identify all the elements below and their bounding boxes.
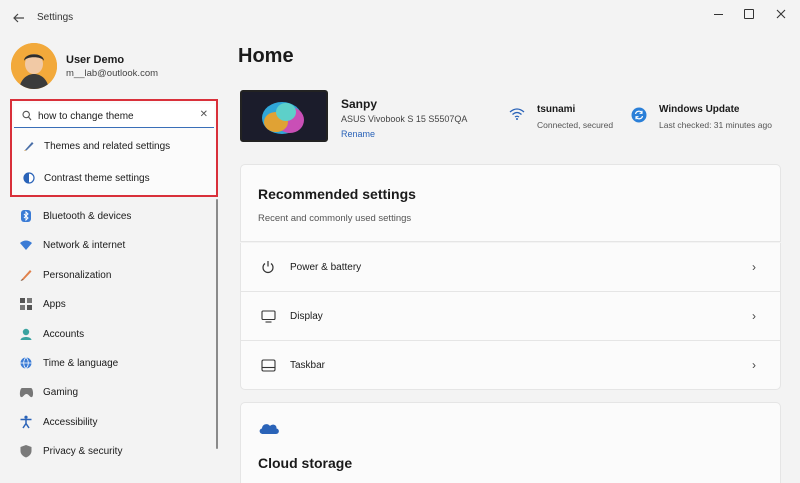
recommended-item-taskbar[interactable]: Taskbar › <box>240 341 781 390</box>
gamepad-icon <box>18 384 34 400</box>
rename-link[interactable]: Rename <box>341 129 375 139</box>
sidebar-scrollbar[interactable] <box>216 199 218 449</box>
accessibility-icon <box>18 414 34 430</box>
page-title: Home <box>238 45 294 67</box>
sidebar-item-accessibility[interactable]: Accessibility <box>12 409 212 435</box>
brush-icon <box>22 139 36 153</box>
sidebar-item-label: Accounts <box>43 328 85 340</box>
shield-icon <box>18 443 34 459</box>
accounts-icon <box>18 326 34 342</box>
sidebar-item-label: Network & internet <box>43 239 126 251</box>
cloud-storage-title: Cloud storage <box>258 455 353 471</box>
sidebar-item-accounts[interactable]: Accounts <box>12 321 212 347</box>
search-panel: ✕ Themes and related settings Contrast t… <box>10 99 218 197</box>
apps-icon <box>18 296 34 312</box>
bluetooth-icon <box>18 208 34 224</box>
sidebar-item-privacy-security[interactable]: Privacy & security <box>12 438 212 464</box>
windows-update-icon <box>631 107 647 123</box>
power-icon <box>260 259 276 275</box>
search-icon <box>22 110 32 121</box>
sidebar-item-bluetooth[interactable]: Bluetooth & devices <box>12 203 212 229</box>
search-input[interactable] <box>38 107 198 125</box>
wallpaper-bloom-icon <box>242 92 326 140</box>
sidebar-item-label: Bluetooth & devices <box>43 210 132 222</box>
sidebar-item-label: Gaming <box>43 386 79 398</box>
title-bar: Settings <box>0 0 800 36</box>
device-name: Sanpy <box>341 97 378 111</box>
sidebar-item-label: Time & language <box>43 357 119 369</box>
wifi-icon <box>509 108 525 120</box>
display-icon <box>260 308 276 324</box>
recommended-item-label: Display <box>290 310 323 322</box>
windows-update-status: Last checked: 31 minutes ago <box>659 120 772 130</box>
user-avatar-icon <box>11 43 57 89</box>
device-model: ASUS Vivobook S 15 S5507QA <box>341 114 468 124</box>
chevron-right-icon: › <box>752 260 756 274</box>
network-status: Connected, secured <box>537 120 614 130</box>
taskbar-icon <box>260 357 276 373</box>
device-thumbnail <box>240 90 328 142</box>
minimize-button[interactable] <box>706 6 730 22</box>
user-email: m__lab@outlook.com <box>66 68 159 79</box>
recommended-subtitle: Recent and commonly used settings <box>258 213 412 224</box>
brush-icon <box>18 267 34 283</box>
search-box: ✕ <box>14 104 214 128</box>
sidebar-item-personalization[interactable]: Personalization <box>12 262 212 288</box>
globe-icon <box>18 355 34 371</box>
contrast-icon <box>22 171 36 185</box>
suggestion-label: Themes and related settings <box>44 140 171 152</box>
recommended-item-power-battery[interactable]: Power & battery › <box>240 243 781 292</box>
sidebar-item-network[interactable]: Network & internet <box>12 232 212 258</box>
clear-search-icon[interactable]: ✕ <box>200 109 208 120</box>
chevron-right-icon: › <box>752 309 756 323</box>
wifi-icon <box>18 237 34 253</box>
chevron-right-icon: › <box>752 358 756 372</box>
sidebar-item-label: Personalization <box>43 269 112 281</box>
cloud-storage-card[interactable]: Cloud storage <box>240 402 781 483</box>
back-button[interactable] <box>8 8 30 28</box>
recommended-item-label: Taskbar <box>290 359 326 371</box>
close-icon <box>776 9 786 19</box>
sidebar-item-time-language[interactable]: Time & language <box>12 350 212 376</box>
sidebar-item-label: Privacy & security <box>43 445 123 457</box>
suggestion-label: Contrast theme settings <box>44 172 150 184</box>
maximize-button[interactable] <box>737 6 761 22</box>
recommended-item-display[interactable]: Display › <box>240 292 781 341</box>
back-arrow-icon <box>13 13 24 23</box>
sidebar-item-label: Apps <box>43 298 66 310</box>
recommended-title: Recommended settings <box>258 186 416 202</box>
suggestion-themes[interactable]: Themes and related settings <box>14 132 214 160</box>
window-title: Settings <box>37 12 74 23</box>
suggestion-contrast[interactable]: Contrast theme settings <box>14 164 214 192</box>
avatar[interactable] <box>11 43 57 89</box>
cloud-icon <box>259 424 279 434</box>
user-name: User Demo <box>66 54 125 66</box>
network-name[interactable]: tsunami <box>537 104 575 115</box>
windows-update-label[interactable]: Windows Update <box>659 104 739 115</box>
recommended-settings-card: Recommended settings Recent and commonly… <box>240 164 781 242</box>
sidebar-item-gaming[interactable]: Gaming <box>12 379 212 405</box>
sidebar-item-label: Accessibility <box>43 416 98 428</box>
recommended-item-label: Power & battery <box>290 261 362 273</box>
close-button[interactable] <box>769 6 793 22</box>
sidebar-item-apps[interactable]: Apps <box>12 291 212 317</box>
